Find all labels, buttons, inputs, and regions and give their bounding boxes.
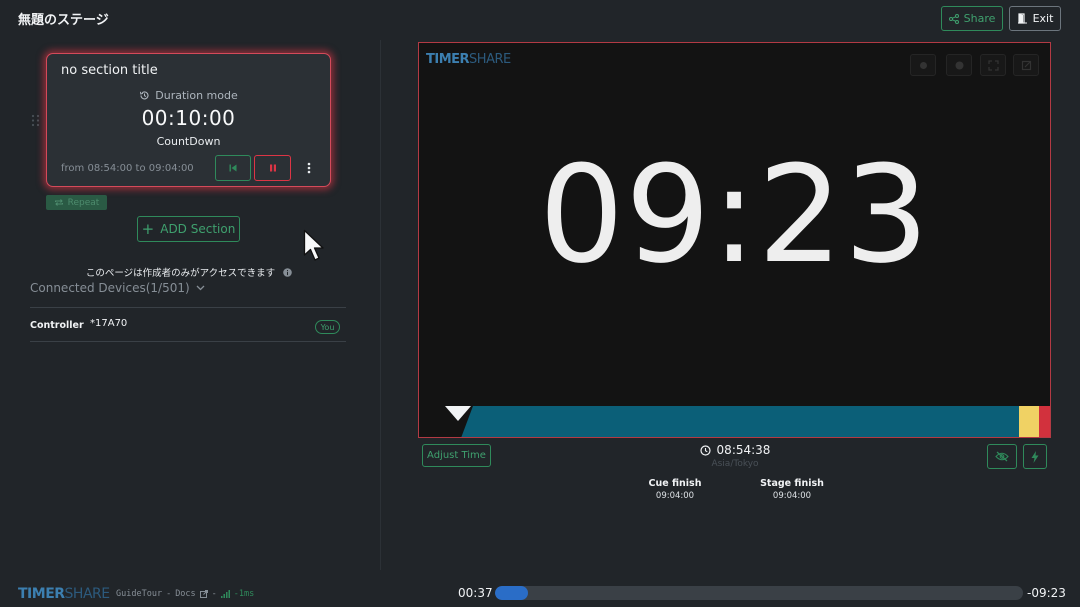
display-logo-timer: TIMER (426, 52, 470, 67)
remaining-time: -09:23 (1027, 586, 1066, 600)
share-icon (948, 13, 959, 24)
more-options-button[interactable] (301, 155, 317, 181)
plus-icon: + (141, 219, 155, 238)
footer-logo-share: SHARE (64, 586, 111, 602)
footer-logo-timer: TIMER (18, 586, 65, 602)
latency-value: -1ms (233, 589, 255, 599)
add-section-button[interactable]: + ADD Section (137, 216, 240, 242)
progress-warning-zone (1019, 406, 1039, 437)
kebab-menu-icon (307, 162, 311, 174)
panel-divider (380, 40, 381, 570)
display-logo: TIMERSHARE (426, 52, 511, 67)
stage-title[interactable]: 無題のステージ (18, 9, 109, 28)
mouse-cursor-icon (303, 229, 324, 261)
cue-title[interactable]: no section title (61, 63, 158, 78)
lightning-icon (1031, 450, 1039, 463)
connected-devices-label: Connected Devices(1/501) (30, 281, 190, 295)
seek-bar[interactable] (495, 586, 1023, 600)
hide-display-button[interactable] (987, 444, 1017, 469)
stage-finish-value: 09:04:00 (772, 491, 812, 501)
progress-marker-icon (445, 406, 471, 421)
open-external-button[interactable] (1013, 54, 1039, 76)
timer-display: TIMERSHARE 09:23 (418, 42, 1051, 438)
message-icon (955, 61, 963, 69)
cue-time-range: from 08:54:00 to 09:04:00 (61, 163, 194, 174)
footer-separator: - (211, 589, 217, 599)
history-icon (140, 91, 149, 100)
stage-finish-label: Stage finish (760, 478, 824, 489)
display-message-button[interactable] (946, 54, 972, 76)
cue-finish-label: Cue finish (648, 478, 702, 489)
you-badge: You (315, 320, 340, 334)
door-exit-icon (1017, 13, 1027, 24)
cue-mode-label: Duration mode (155, 89, 238, 102)
cue-mode: Duration mode (47, 89, 330, 102)
external-link-icon (199, 590, 208, 598)
footer-logo[interactable]: TIMERSHARE (18, 586, 110, 602)
progress-danger-zone (1039, 406, 1050, 437)
drag-handle-icon[interactable] (31, 114, 40, 127)
repeat-toggle[interactable]: Repeat (46, 195, 107, 210)
device-id: *17A70 (90, 318, 128, 329)
clock-icon (699, 444, 711, 456)
guide-tour-link[interactable]: GuideTour (116, 589, 162, 599)
reset-button[interactable] (215, 155, 251, 181)
repeat-icon (54, 199, 63, 206)
docs-link[interactable]: Docs (175, 589, 195, 599)
access-note: このページは作成者のみがアクセスできます (30, 265, 348, 279)
exit-label: Exit (1032, 12, 1054, 25)
exit-button[interactable]: Exit (1009, 6, 1061, 31)
current-clock: 08:54:38 (640, 443, 830, 457)
gear-icon (919, 61, 927, 69)
device-table-divider-bottom (30, 341, 346, 342)
seek-bar-fill (495, 586, 528, 600)
fullscreen-icon (987, 59, 999, 71)
pause-icon (269, 164, 276, 172)
timezone-label: Asia/Tokyo (711, 459, 759, 469)
device-table-divider-top (30, 307, 346, 308)
flash-button[interactable] (1023, 444, 1047, 469)
device-role: Controller (30, 320, 84, 331)
elapsed-time: 00:37 (458, 586, 493, 600)
adjust-time-button[interactable]: Adjust Time (422, 444, 491, 467)
access-note-text: このページは作成者のみがアクセスできます (85, 268, 276, 279)
cue-duration: 00:10:00 (141, 106, 236, 130)
footer-links: GuideTour - Docs - -1ms (116, 589, 254, 599)
cue-finish-value: 09:04:00 (655, 491, 695, 501)
external-link-icon (1021, 60, 1031, 70)
clock-value: 08:54:38 (716, 443, 771, 457)
share-button[interactable]: Share (941, 6, 1003, 31)
fullscreen-button[interactable] (980, 54, 1006, 76)
info-icon[interactable] (283, 267, 292, 277)
share-label: Share (963, 12, 996, 25)
cue-type: CountDown (156, 135, 221, 148)
repeat-label: Repeat (67, 197, 100, 208)
display-settings-button[interactable] (910, 54, 936, 76)
chevron-down-icon (196, 285, 205, 291)
display-logo-share: SHARE (469, 52, 511, 67)
display-progress-bar (419, 406, 1050, 437)
signal-icon (220, 590, 230, 598)
connected-devices-toggle[interactable]: Connected Devices(1/501) (30, 281, 205, 295)
pause-button[interactable] (254, 155, 291, 181)
footer-separator: - (166, 589, 172, 599)
add-section-label: ADD Section (160, 222, 236, 236)
eye-slash-icon (995, 451, 1009, 462)
cue-card[interactable]: no section title Duration mode 00:10:00 … (46, 53, 331, 187)
progress-remaining (461, 406, 1019, 437)
skip-back-icon (229, 164, 237, 172)
big-countdown-time: 09:23 (538, 137, 931, 293)
